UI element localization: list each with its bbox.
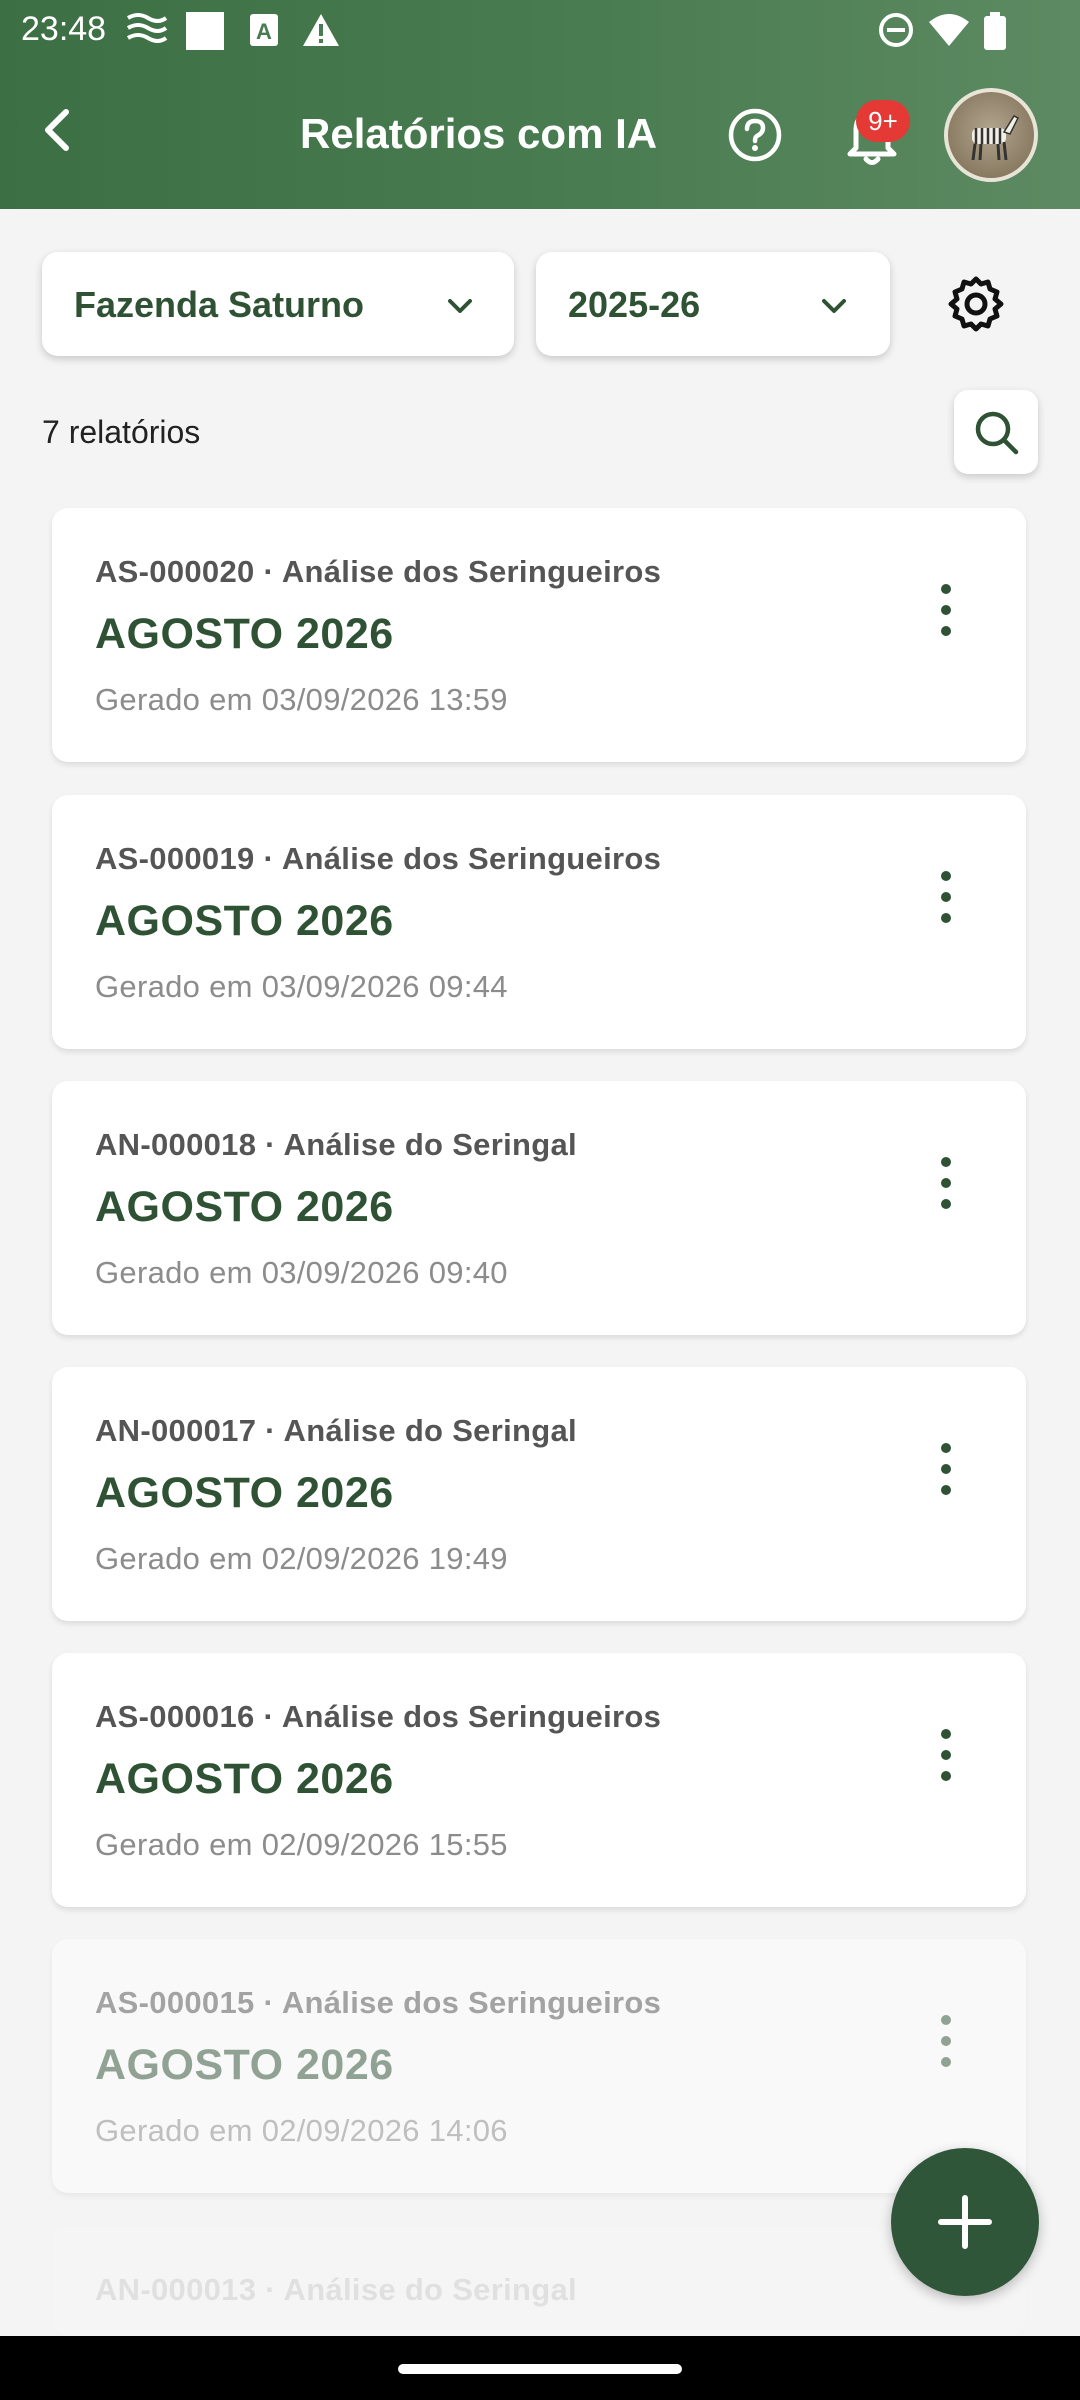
report-card[interactable]: AN-000018 · Análise do Seringal AGOSTO 2… [52,1081,1026,1335]
help-icon[interactable] [728,108,782,162]
report-card[interactable]: AS-000020 · Análise dos Seringueiros AGO… [52,508,1026,762]
status-time: 23:48 [21,10,107,48]
report-code: AS-000016 · Análise dos Seringueiros [95,1699,662,1734]
svg-text:A: A [256,19,272,44]
report-generated-date: Gerado em 02/09/2026 14:06 [95,2113,508,2148]
report-month: AGOSTO 2026 [95,1469,394,1517]
report-card[interactable]: AS-000019 · Análise dos Seringueiros AGO… [52,795,1026,1049]
wifi-icon [928,12,970,53]
report-code: AS-000019 · Análise dos Seringueiros [95,841,662,876]
report-month: AGOSTO 2026 [95,2041,394,2089]
report-code: AN-000018 · Análise do Seringal [95,1127,577,1162]
battery-icon [984,12,1006,55]
font-a-icon: A [250,12,278,53]
home-gesture-handle[interactable] [398,2364,682,2374]
report-generated-date: Gerado em 02/09/2026 19:49 [95,1541,508,1576]
search-icon [975,411,1019,455]
report-generated-date: Gerado em 03/09/2026 13:59 [95,682,508,717]
report-month: AGOSTO 2026 [95,1755,394,1803]
wifi-calling-icon [126,12,168,53]
season-select[interactable]: 2025-26 [536,252,890,356]
report-card[interactable]: AN-000017 · Análise do Seringal AGOSTO 2… [52,1367,1026,1621]
report-month: AGOSTO 2026 [95,610,394,658]
more-vert-icon[interactable] [932,2015,960,2071]
page-title: Relatórios com IA [300,110,658,157]
system-navigation-bar [0,2336,1080,2400]
report-generated-date: Gerado em 02/09/2026 15:55 [95,1827,508,1862]
more-vert-icon[interactable] [932,871,960,927]
more-vert-icon[interactable] [932,584,960,640]
notification-badge: 9+ [856,100,910,142]
report-month: AGOSTO 2026 [95,1183,394,1231]
square-icon [186,12,224,55]
search-button[interactable] [954,390,1038,474]
report-card[interactable]: AS-000016 · Análise dos Seringueiros AGO… [52,1653,1026,1907]
more-vert-icon[interactable] [932,1729,960,1785]
farm-select[interactable]: Fazenda Saturno [42,252,514,356]
farm-select-value: Fazenda Saturno [74,284,365,325]
status-bar: 23:48 A [0,0,1080,62]
report-generated-date: Gerado em 03/09/2026 09:44 [95,969,508,1004]
report-card[interactable]: AN-000013 · Análise do Seringal [52,2226,1026,2336]
more-vert-icon[interactable] [932,1443,960,1499]
report-code: AS-000015 · Análise dos Seringueiros [95,1985,662,2020]
plus-icon [938,2195,992,2249]
do-not-disturb-icon [878,12,914,53]
report-code: AS-000020 · Análise dos Seringueiros [95,554,662,589]
gear-icon[interactable] [946,274,1006,334]
chevron-down-icon [822,299,846,313]
report-code: AN-000017 · Análise do Seringal [95,1413,577,1448]
report-generated-date: Gerado em 03/09/2026 09:40 [95,1255,508,1290]
app-bar: Relatórios com IA 9+ [0,62,1080,209]
top-area: 23:48 A Relatórios com IA 9+ [0,0,1080,209]
season-select-value: 2025-26 [568,284,701,325]
avatar[interactable] [944,88,1038,182]
add-report-button[interactable] [891,2148,1039,2296]
report-month: AGOSTO 2026 [95,897,394,945]
more-vert-icon[interactable] [932,1157,960,1213]
report-code: AN-000013 · Análise do Seringal [95,2272,577,2307]
report-card[interactable]: AS-000015 · Análise dos Seringueiros AGO… [52,1939,1026,2193]
warning-icon [302,12,340,53]
back-arrow-icon[interactable] [30,100,90,160]
chevron-down-icon [448,299,472,313]
report-count: 7 relatórios [42,414,201,450]
